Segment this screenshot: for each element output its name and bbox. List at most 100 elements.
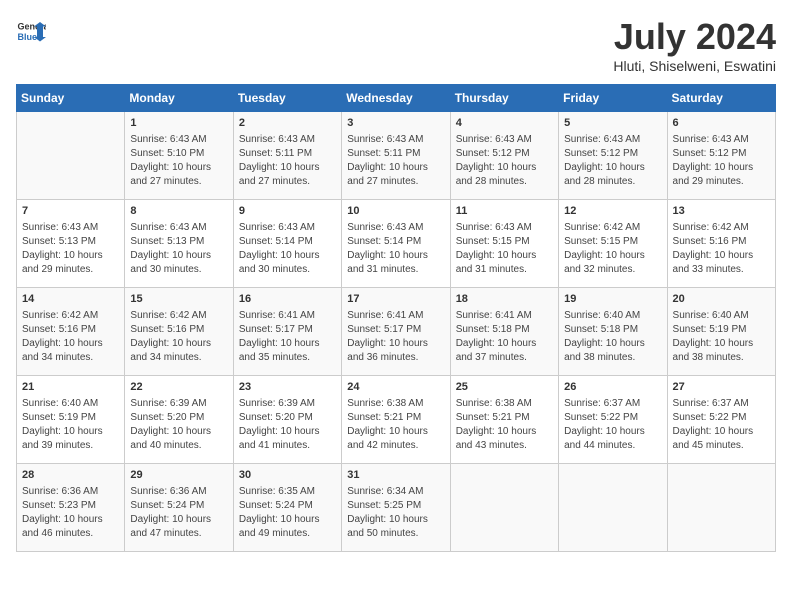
day-number: 23 [239,380,336,395]
location: Hluti, Shiselweni, Eswatini [613,58,776,74]
day-number: 9 [239,204,336,219]
calendar-week-1: 1 Sunrise: 6:43 AM Sunset: 5:10 PM Daylig… [17,112,776,200]
day-number: 21 [22,380,119,395]
day-info: Sunrise: 6:43 AM Sunset: 5:14 PM Dayligh… [347,221,444,277]
day-info: Sunrise: 6:35 AM Sunset: 5:24 PM Dayligh… [239,485,336,541]
day-info: Sunrise: 6:37 AM Sunset: 5:22 PM Dayligh… [564,397,661,453]
calendar-week-5: 28Sunrise: 6:36 AM Sunset: 5:23 PM Dayli… [17,464,776,552]
calendar-cell: 4 Sunrise: 6:43 AM Sunset: 5:12 PM Daylig… [450,112,558,200]
calendar-cell: 6 Sunrise: 6:43 AM Sunset: 5:12 PM Daylig… [667,112,775,200]
calendar-cell: 14 Sunrise: 6:42 AM Sunset: 5:16 PM Dayli… [17,288,125,376]
day-number: 25 [456,380,553,395]
day-info: Sunrise: 6:40 AM Sunset: 5:19 PM Dayligh… [673,309,770,365]
day-info: Sunrise: 6:43 AM Sunset: 5:14 PM Dayligh… [239,221,336,277]
day-number: 2 [239,116,336,131]
day-number: 14 [22,292,119,307]
calendar-body: 1 Sunrise: 6:43 AM Sunset: 5:10 PM Daylig… [17,112,776,552]
calendar-cell: 17 Sunrise: 6:41 AM Sunset: 5:17 PM Dayli… [342,288,450,376]
calendar-cell: 9 Sunrise: 6:43 AM Sunset: 5:14 PM Daylig… [233,200,341,288]
calendar-cell: 2 Sunrise: 6:43 AM Sunset: 5:11 PM Daylig… [233,112,341,200]
day-number: 22 [130,380,227,395]
day-number: 5 [564,116,661,131]
calendar-cell: 24Sunrise: 6:38 AM Sunset: 5:21 PM Dayli… [342,376,450,464]
calendar-table: SundayMondayTuesdayWednesdayThursdayFrid… [16,84,776,552]
calendar-cell: 1 Sunrise: 6:43 AM Sunset: 5:10 PM Daylig… [125,112,233,200]
day-number: 18 [456,292,553,307]
calendar-cell: 22Sunrise: 6:39 AM Sunset: 5:20 PM Dayli… [125,376,233,464]
calendar-cell: 10 Sunrise: 6:43 AM Sunset: 5:14 PM Dayli… [342,200,450,288]
calendar-cell: 7Sunrise: 6:43 AM Sunset: 5:13 PM Daylig… [17,200,125,288]
calendar-week-4: 21 Sunrise: 6:40 AM Sunset: 5:19 PM Dayli… [17,376,776,464]
calendar-cell: 27Sunrise: 6:37 AM Sunset: 5:22 PM Dayli… [667,376,775,464]
day-info: Sunrise: 6:41 AM Sunset: 5:17 PM Dayligh… [347,309,444,365]
calendar-cell: 25 Sunrise: 6:38 AM Sunset: 5:21 PM Dayli… [450,376,558,464]
day-info: Sunrise: 6:43 AM Sunset: 5:12 PM Dayligh… [673,133,770,189]
day-number: 1 [130,116,227,131]
calendar-week-3: 14 Sunrise: 6:42 AM Sunset: 5:16 PM Dayli… [17,288,776,376]
calendar-header-row: SundayMondayTuesdayWednesdayThursdayFrid… [17,85,776,112]
calendar-cell [17,112,125,200]
day-number: 16 [239,292,336,307]
day-info: Sunrise: 6:42 AM Sunset: 5:16 PM Dayligh… [673,221,770,277]
day-header-thursday: Thursday [450,85,558,112]
day-number: 31 [347,468,444,483]
day-info: Sunrise: 6:43 AM Sunset: 5:11 PM Dayligh… [347,133,444,189]
day-info: Sunrise: 6:43 AM Sunset: 5:10 PM Dayligh… [130,133,227,189]
day-info: Sunrise: 6:36 AM Sunset: 5:23 PM Dayligh… [22,485,119,541]
calendar-cell: 31 Sunrise: 6:34 AM Sunset: 5:25 PM Dayli… [342,464,450,552]
day-number: 27 [673,380,770,395]
logo: General Blue [16,16,46,46]
page-header: General Blue July 2024 Hluti, Shiselweni… [16,16,776,74]
day-number: 30 [239,468,336,483]
day-info: Sunrise: 6:41 AM Sunset: 5:17 PM Dayligh… [239,309,336,365]
day-header-friday: Friday [559,85,667,112]
day-number: 19 [564,292,661,307]
day-info: Sunrise: 6:42 AM Sunset: 5:16 PM Dayligh… [22,309,119,365]
day-info: Sunrise: 6:38 AM Sunset: 5:21 PM Dayligh… [456,397,553,453]
calendar-cell: 23Sunrise: 6:39 AM Sunset: 5:20 PM Dayli… [233,376,341,464]
day-number: 29 [130,468,227,483]
day-number: 24 [347,380,444,395]
calendar-cell: 29 Sunrise: 6:36 AM Sunset: 5:24 PM Dayli… [125,464,233,552]
day-number: 7 [22,204,119,219]
day-header-saturday: Saturday [667,85,775,112]
day-info: Sunrise: 6:43 AM Sunset: 5:12 PM Dayligh… [456,133,553,189]
day-info: Sunrise: 6:43 AM Sunset: 5:15 PM Dayligh… [456,221,553,277]
day-number: 10 [347,204,444,219]
calendar-cell: 15Sunrise: 6:42 AM Sunset: 5:16 PM Dayli… [125,288,233,376]
calendar-week-2: 7Sunrise: 6:43 AM Sunset: 5:13 PM Daylig… [17,200,776,288]
day-number: 6 [673,116,770,131]
logo-icon: General Blue [16,16,46,46]
calendar-cell: 3 Sunrise: 6:43 AM Sunset: 5:11 PM Daylig… [342,112,450,200]
day-info: Sunrise: 6:43 AM Sunset: 5:12 PM Dayligh… [564,133,661,189]
calendar-cell: 8Sunrise: 6:43 AM Sunset: 5:13 PM Daylig… [125,200,233,288]
calendar-cell: 21 Sunrise: 6:40 AM Sunset: 5:19 PM Dayli… [17,376,125,464]
day-info: Sunrise: 6:36 AM Sunset: 5:24 PM Dayligh… [130,485,227,541]
calendar-cell: 13Sunrise: 6:42 AM Sunset: 5:16 PM Dayli… [667,200,775,288]
calendar-cell: 30 Sunrise: 6:35 AM Sunset: 5:24 PM Dayli… [233,464,341,552]
calendar-cell: 20Sunrise: 6:40 AM Sunset: 5:19 PM Dayli… [667,288,775,376]
day-number: 11 [456,204,553,219]
day-number: 3 [347,116,444,131]
title-block: July 2024 Hluti, Shiselweni, Eswatini [613,16,776,74]
day-number: 26 [564,380,661,395]
calendar-cell [667,464,775,552]
day-info: Sunrise: 6:40 AM Sunset: 5:19 PM Dayligh… [22,397,119,453]
calendar-cell: 19 Sunrise: 6:40 AM Sunset: 5:18 PM Dayli… [559,288,667,376]
day-info: Sunrise: 6:43 AM Sunset: 5:11 PM Dayligh… [239,133,336,189]
day-info: Sunrise: 6:41 AM Sunset: 5:18 PM Dayligh… [456,309,553,365]
day-info: Sunrise: 6:34 AM Sunset: 5:25 PM Dayligh… [347,485,444,541]
calendar-cell: 26 Sunrise: 6:37 AM Sunset: 5:22 PM Dayli… [559,376,667,464]
calendar-cell: 16 Sunrise: 6:41 AM Sunset: 5:17 PM Dayli… [233,288,341,376]
day-number: 8 [130,204,227,219]
day-header-wednesday: Wednesday [342,85,450,112]
day-info: Sunrise: 6:42 AM Sunset: 5:16 PM Dayligh… [130,309,227,365]
day-number: 17 [347,292,444,307]
day-number: 4 [456,116,553,131]
month-year: July 2024 [613,16,776,58]
day-info: Sunrise: 6:40 AM Sunset: 5:18 PM Dayligh… [564,309,661,365]
calendar-cell: 5 Sunrise: 6:43 AM Sunset: 5:12 PM Daylig… [559,112,667,200]
day-header-sunday: Sunday [17,85,125,112]
calendar-cell [559,464,667,552]
calendar-cell: 18 Sunrise: 6:41 AM Sunset: 5:18 PM Dayli… [450,288,558,376]
